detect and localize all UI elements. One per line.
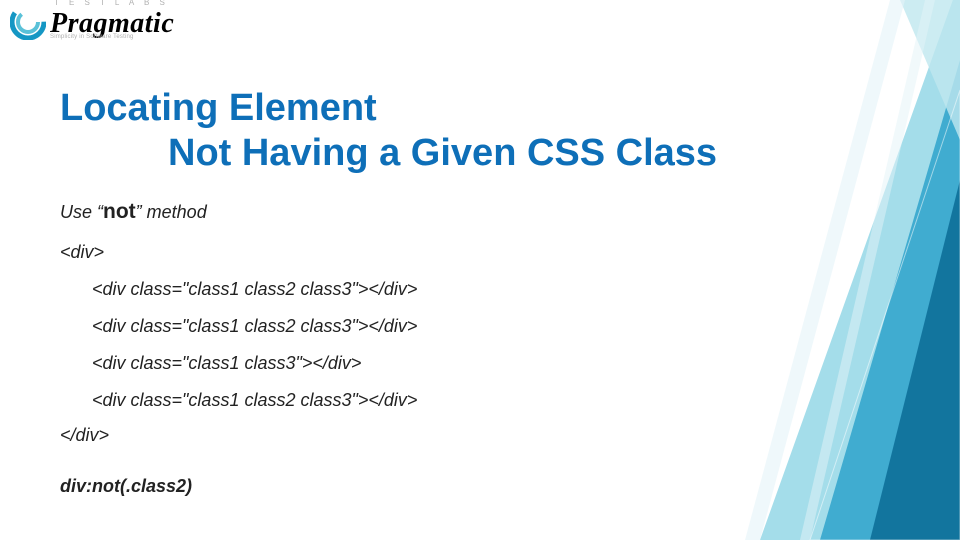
code-line: <div class="class1 class2 class3"></div> [92,271,417,308]
logo-icon [10,4,46,40]
use-suffix: ” method [136,202,207,222]
slide-title: Locating Element Not Having a Given CSS … [60,86,717,176]
logo-text: T E S T L A B S Pragmatic Simplicity in … [50,4,174,40]
title-line-2: Not Having a Given CSS Class [60,131,717,176]
use-method-line: Use “not” method [60,200,417,224]
title-line-1: Locating Element [60,86,717,131]
code-inner: <div class="class1 class2 class3"></div>… [92,271,417,419]
logo-name: Pragmatic [50,13,174,34]
logo: T E S T L A B S Pragmatic Simplicity in … [10,4,174,40]
css-selector: div:not(.class2) [60,476,417,497]
code-open-tag: <div> [60,242,417,263]
use-prefix: Use “ [60,202,103,222]
slide: T E S T L A B S Pragmatic Simplicity in … [0,0,960,540]
code-block: <div> <div class="class1 class2 class3">… [60,242,417,446]
background-decoration [700,0,960,540]
code-line: <div class="class1 class2 class3"></div> [92,382,417,419]
slide-body: Use “not” method <div> <div class="class… [60,200,417,497]
use-keyword: not [103,200,136,223]
code-close-tag: </div> [60,425,417,446]
code-line: <div class="class1 class2 class3"></div> [92,308,417,345]
code-line: <div class="class1 class3"></div> [92,345,417,382]
logo-labs-label: T E S T L A B S [54,0,174,7]
